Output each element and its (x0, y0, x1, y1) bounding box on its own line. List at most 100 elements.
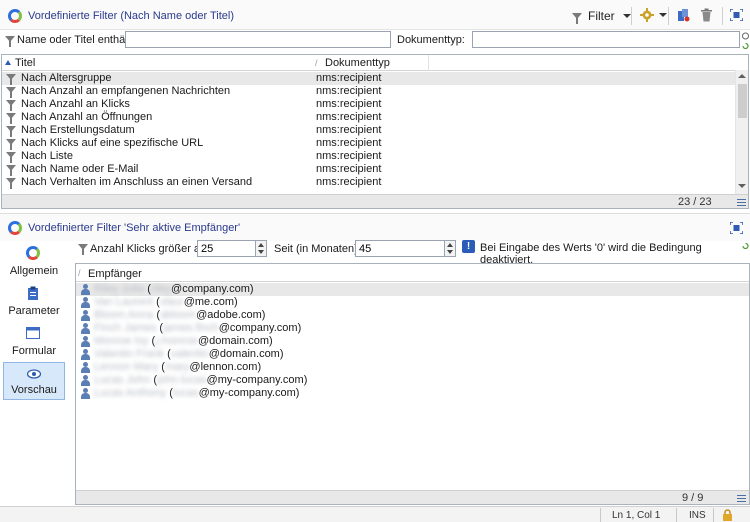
table-row[interactable]: Nach Name oder E-Mail nms:recipient (2, 163, 736, 176)
table-row[interactable]: Nach Liste nms:recipient (2, 150, 736, 163)
refresh-button[interactable] (742, 241, 749, 253)
recipient-name: Valentin Frank (94, 348, 165, 360)
column-header-doctype[interactable]: Dokumenttyp (325, 57, 390, 69)
clipboard-icon (28, 286, 38, 300)
recipient-email-domain: @company.com (171, 283, 250, 295)
row-doctype: nms:recipient (316, 137, 382, 149)
funnel-icon (6, 165, 16, 176)
recipient-name: Monroe Ivy (94, 335, 149, 347)
recipient-email-local: john.lucas (157, 374, 207, 386)
row-count: 9 / 9 (682, 492, 704, 504)
scrollbar-thumb[interactable] (738, 84, 747, 118)
filters-table: Titel / Dokumenttyp Nach Altersgruppe nm… (1, 54, 749, 209)
person-icon (81, 349, 90, 360)
clicks-input[interactable] (197, 240, 256, 257)
person-icon (81, 284, 90, 295)
eye-icon (27, 369, 41, 379)
table-row[interactable]: Bloom Anna (abloom@adobe.com) (76, 309, 749, 322)
menu-icon[interactable] (737, 495, 746, 502)
funnel-icon (6, 178, 16, 189)
row-title: Nach Name oder E-Mail (21, 163, 139, 175)
months-input[interactable] (355, 240, 445, 257)
recipient-name: Lennon Mary (94, 361, 159, 373)
table-row[interactable]: Nach Anzahl an Klicks nms:recipient (2, 98, 736, 111)
refresh-filter-button[interactable] (742, 41, 749, 53)
table-row[interactable]: Nach Verhalten im Anschluss an einen Ver… (2, 176, 736, 189)
filter-button[interactable]: Filter (572, 9, 631, 24)
table-footer: 9 / 9 (76, 490, 749, 504)
recipient-email-domain: @me.com (183, 296, 234, 308)
vertical-scrollbar[interactable] (735, 70, 748, 195)
table-row[interactable]: Nach Anzahl an Öffnungen nms:recipient (2, 111, 736, 124)
column-header-title[interactable]: Titel (15, 57, 35, 69)
scroll-down-icon[interactable] (738, 184, 746, 188)
recipient-name: Lucas Anthony (94, 387, 167, 399)
table-row[interactable]: Riley Julia (riley@company.com) (76, 283, 749, 296)
table-row[interactable]: Van Laurent (vlaur@me.com) (76, 296, 749, 309)
top-panel-title: Vordefinierte Filter (Nach Name oder Tit… (28, 10, 235, 22)
maximize-icon (730, 222, 743, 234)
row-doctype: nms:recipient (316, 163, 382, 175)
nav-item-formular[interactable]: Formular (3, 322, 65, 360)
filter-button-label: Filter (588, 9, 615, 23)
recipient-email-domain: @adobe.com (196, 309, 262, 321)
table-row[interactable]: Valentin Frank (valentin@domain.com) (76, 348, 749, 361)
recipient-email-domain: @company.com (218, 322, 298, 334)
column-header-recipient[interactable]: Empfänger (88, 268, 142, 280)
table-row[interactable]: Nach Klicks auf eine spezifische URL nms… (2, 137, 736, 150)
funnel-icon (572, 13, 582, 24)
maximize-button[interactable] (730, 9, 743, 21)
recipient-name: Bloom Anna (94, 309, 154, 321)
chevron-down-icon (659, 13, 667, 17)
clicks-label: Anzahl Klicks größer als: (90, 243, 212, 255)
recipient-name: Finch James (94, 322, 157, 334)
row-doctype: nms:recipient (316, 124, 382, 136)
cursor-position: Ln 1, Col 1 (612, 510, 661, 521)
row-doctype: nms:recipient (316, 111, 382, 123)
person-icon (81, 362, 90, 373)
maximize-button[interactable] (730, 222, 743, 234)
column-divider: / (315, 58, 318, 68)
row-doctype: nms:recipient (316, 72, 382, 84)
nav-item-parameter[interactable]: Parameter (3, 282, 65, 320)
new-document-icon (678, 9, 690, 22)
scroll-up-icon[interactable] (738, 74, 746, 78)
lock-icon (722, 509, 733, 522)
doc-type-input[interactable] (472, 31, 740, 48)
delete-button[interactable] (700, 8, 713, 22)
table-row[interactable]: Lucas Anthony (lucas@my-company.com) (76, 387, 749, 400)
row-title: Nach Anzahl an Öffnungen (21, 111, 153, 123)
nav-item-label: Formular (11, 345, 56, 357)
menu-icon[interactable] (737, 199, 746, 206)
months-stepper[interactable] (445, 240, 456, 257)
settings-button[interactable] (640, 8, 667, 22)
toolbar-divider (631, 7, 632, 25)
table-row[interactable]: Nach Anzahl an empfangenen Nachrichten n… (2, 85, 736, 98)
recipient-email-local: vlaur (159, 296, 184, 308)
status-divider (600, 508, 601, 522)
table-row[interactable]: Finch James (james.finch@company.com) (76, 322, 749, 335)
table-row[interactable]: Lucas John (john.lucas@my-company.com) (76, 374, 749, 387)
row-title: Nach Verhalten im Anschluss an einen Ver… (21, 176, 253, 188)
nav-item-allgemein[interactable]: Allgemein (3, 242, 65, 280)
recipient-email-domain: @my-company.com (198, 387, 296, 399)
table-row[interactable]: Nach Altersgruppe nms:recipient (2, 72, 736, 85)
doc-type-label: Dokumenttyp: (397, 34, 465, 46)
new-button[interactable] (676, 8, 690, 22)
person-icon (81, 388, 90, 399)
clicks-stepper[interactable] (256, 240, 267, 257)
recipient-email-local: j.monroe (155, 335, 198, 347)
person-icon (81, 336, 90, 347)
bottom-panel-title: Vordefinierter Filter 'Sehr aktive Empfä… (28, 222, 241, 234)
nav-item-vorschau[interactable]: Vorschau (3, 362, 65, 400)
nav-item-label: Allgemein (9, 265, 59, 277)
row-count: 23 / 23 (678, 196, 712, 208)
funnel-icon (6, 74, 16, 85)
table-row[interactable]: Lennon Mary (mary@lennon.com) (76, 361, 749, 374)
preview-table: / Empfänger Riley Julia (riley@company.c… (75, 263, 750, 505)
table-row[interactable]: Monroe Ivy (j.monroe@domain.com) (76, 335, 749, 348)
name-filter-input[interactable] (125, 31, 391, 48)
recipient-email-domain: @domain.com (197, 335, 270, 347)
table-row[interactable]: Nach Erstellungsdatum nms:recipient (2, 124, 736, 137)
funnel-icon (6, 87, 16, 98)
